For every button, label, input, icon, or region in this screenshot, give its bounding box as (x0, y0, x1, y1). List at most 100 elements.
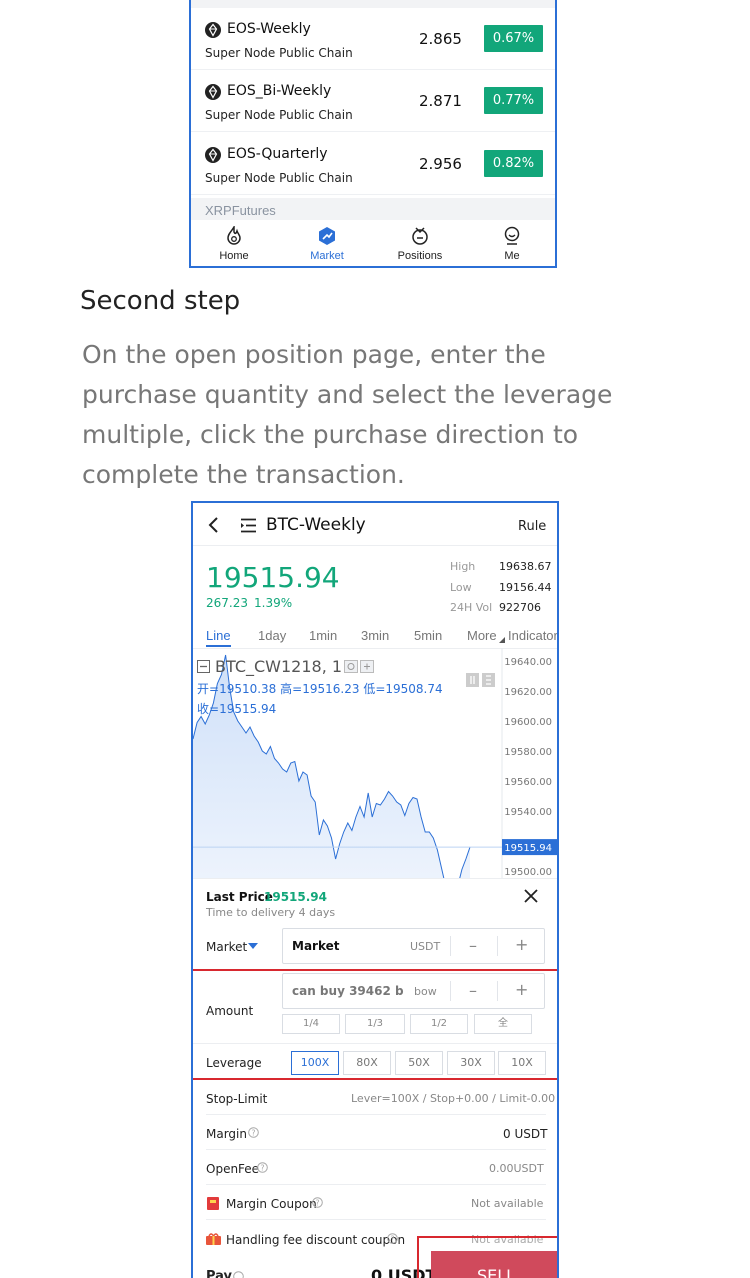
contract-price: 2.956 (419, 155, 462, 173)
tab-1day[interactable]: 1day (258, 628, 286, 643)
top-strip (191, 0, 555, 8)
eos-coin-icon (205, 22, 221, 38)
market-row[interactable]: EOS-Quarterly Super Node Public Chain 2.95… (191, 133, 555, 195)
market-icon (319, 227, 335, 245)
close-icon[interactable] (524, 889, 538, 903)
tab-5min[interactable]: 5min (414, 628, 442, 643)
margin-coupon-label: Margin Coupon (226, 1197, 317, 1211)
open-label: 开= (197, 682, 220, 696)
tab-home[interactable]: Home (199, 224, 269, 262)
pay-label: Pay (206, 1269, 233, 1278)
help-icon[interactable]: ? (257, 1162, 268, 1173)
gift-icon (206, 1233, 221, 1245)
contract-name: EOS-Quarterly (227, 146, 328, 162)
market-row[interactable]: EOS_Bi-Weekly Super Node Public Chain 2.87… (191, 70, 555, 132)
tab-positions-label: Positions (397, 250, 443, 262)
current-price-label: 19515.94 (504, 843, 552, 854)
margin-coupon-value[interactable]: Not available (471, 1197, 543, 1210)
bottom-tab-bar: Home Market Positions Me (191, 220, 555, 266)
y-tick-label: 19580.00 (504, 747, 552, 758)
back-icon[interactable] (207, 516, 219, 534)
stop-limit-label[interactable]: Stop-Limit (206, 1092, 267, 1106)
market-row[interactable]: EOS-Weekly Super Node Public Chain 2.865 0.… (191, 8, 555, 70)
contract-subtitle: Super Node Public Chain (205, 46, 353, 60)
flame-icon (227, 226, 241, 245)
positions-icon (412, 227, 428, 245)
openfee-value: 0.00USDT (489, 1162, 544, 1175)
tab-more[interactable]: More (467, 628, 497, 643)
chart-tools-icon[interactable] (466, 673, 496, 687)
close-label: 收= (197, 702, 220, 716)
contract-name: EOS-Weekly (227, 21, 311, 37)
svg-text:?: ? (251, 1128, 255, 1137)
fee-coupon-label: Handling fee discount coupon (226, 1233, 406, 1247)
price-plus-button[interactable]: + (515, 935, 528, 954)
volume-label: 24H Vol (450, 601, 493, 614)
tab-home-label: Home (219, 250, 249, 262)
price-input[interactable]: Market USDT – + (282, 928, 545, 964)
help-icon[interactable]: ? (312, 1197, 323, 1208)
change-badge: 0.82% (484, 150, 543, 177)
tab-me[interactable]: Me (477, 224, 547, 262)
y-tick-label: 19560.00 (504, 777, 552, 788)
help-icon[interactable] (233, 1271, 244, 1278)
y-tick-label: 19600.00 (504, 717, 552, 728)
dropdown-corner-icon (499, 637, 505, 643)
volume-value: 922706 (499, 601, 541, 614)
high-label: High (450, 560, 476, 573)
tab-market[interactable]: Market (292, 224, 362, 262)
eos-coin-icon (205, 147, 221, 163)
high-value-cn: 19516.23 (302, 682, 360, 696)
trade-screen: BTC-Weekly Rule 19515.94 267.23 1.39% Hi… (191, 501, 559, 1278)
change-badge: 0.77% (484, 87, 543, 114)
y-tick-label: 19500.00 (504, 867, 552, 878)
price-minus-button[interactable]: – (469, 936, 477, 955)
svg-text:?: ? (390, 1234, 394, 1243)
chevron-down-icon[interactable] (248, 943, 258, 949)
y-tick-label: 19640.00 (504, 657, 552, 668)
profile-icon (504, 226, 520, 245)
step-title: Second step (80, 286, 241, 316)
last-price-value: 19515.94 (264, 890, 328, 904)
contract-subtitle: Super Node Public Chain (205, 171, 353, 185)
last-price-label: Last Price (206, 890, 273, 904)
price-change-pct: 1.39% (254, 596, 293, 610)
menu-list-icon[interactable] (240, 518, 257, 533)
page-title: BTC-Weekly (266, 515, 366, 535)
contract-price: 2.871 (419, 92, 462, 110)
contract-subtitle: Super Node Public Chain (205, 108, 353, 122)
close-value: 19515.94 (219, 702, 277, 716)
open-value: 19510.38 (219, 682, 277, 696)
collapse-icon[interactable] (197, 660, 210, 673)
eos-coin-icon (205, 84, 221, 100)
price-change: 267.23 (206, 596, 248, 610)
delivery-info: Time to delivery 4 days (206, 906, 336, 919)
tab-indicator[interactable]: Indicator (508, 628, 557, 643)
step-description: On the open position page, enter the pur… (82, 340, 613, 489)
margin-value: 0 USDT (503, 1127, 548, 1141)
sell-highlight-box (417, 1236, 557, 1278)
chart-settings-icon[interactable] (344, 660, 376, 673)
tab-me-label: Me (504, 250, 520, 262)
order-type-label[interactable]: Market (206, 940, 247, 954)
tab-positions[interactable]: Positions (385, 224, 455, 262)
openfee-label: OpenFee (206, 1162, 260, 1176)
price-input-value: Market (292, 939, 340, 953)
y-tick-label: 19540.00 (504, 807, 552, 818)
low-label-cn: 低= (363, 682, 386, 696)
tab-3min[interactable]: 3min (361, 628, 389, 643)
tab-line[interactable]: Line (206, 628, 231, 647)
contract-price: 2.865 (419, 30, 462, 48)
low-value-cn: 19508.74 (385, 682, 443, 696)
svg-text:?: ? (260, 1163, 264, 1172)
highlight-box (193, 969, 557, 1080)
coupon-icon (207, 1197, 219, 1210)
help-icon[interactable]: ? (387, 1233, 398, 1244)
tab-1min[interactable]: 1min (309, 628, 337, 643)
contract-name: EOS_Bi-Weekly (227, 83, 332, 99)
stop-limit-value: Lever=100X / Stop+0.00 / Limit-0.00 (351, 1092, 556, 1105)
rule-link[interactable]: Rule (518, 519, 546, 534)
svg-text:?: ? (315, 1198, 319, 1207)
help-icon[interactable]: ? (248, 1127, 259, 1138)
chart-symbol: BTC_CW1218, 1 (215, 657, 343, 676)
